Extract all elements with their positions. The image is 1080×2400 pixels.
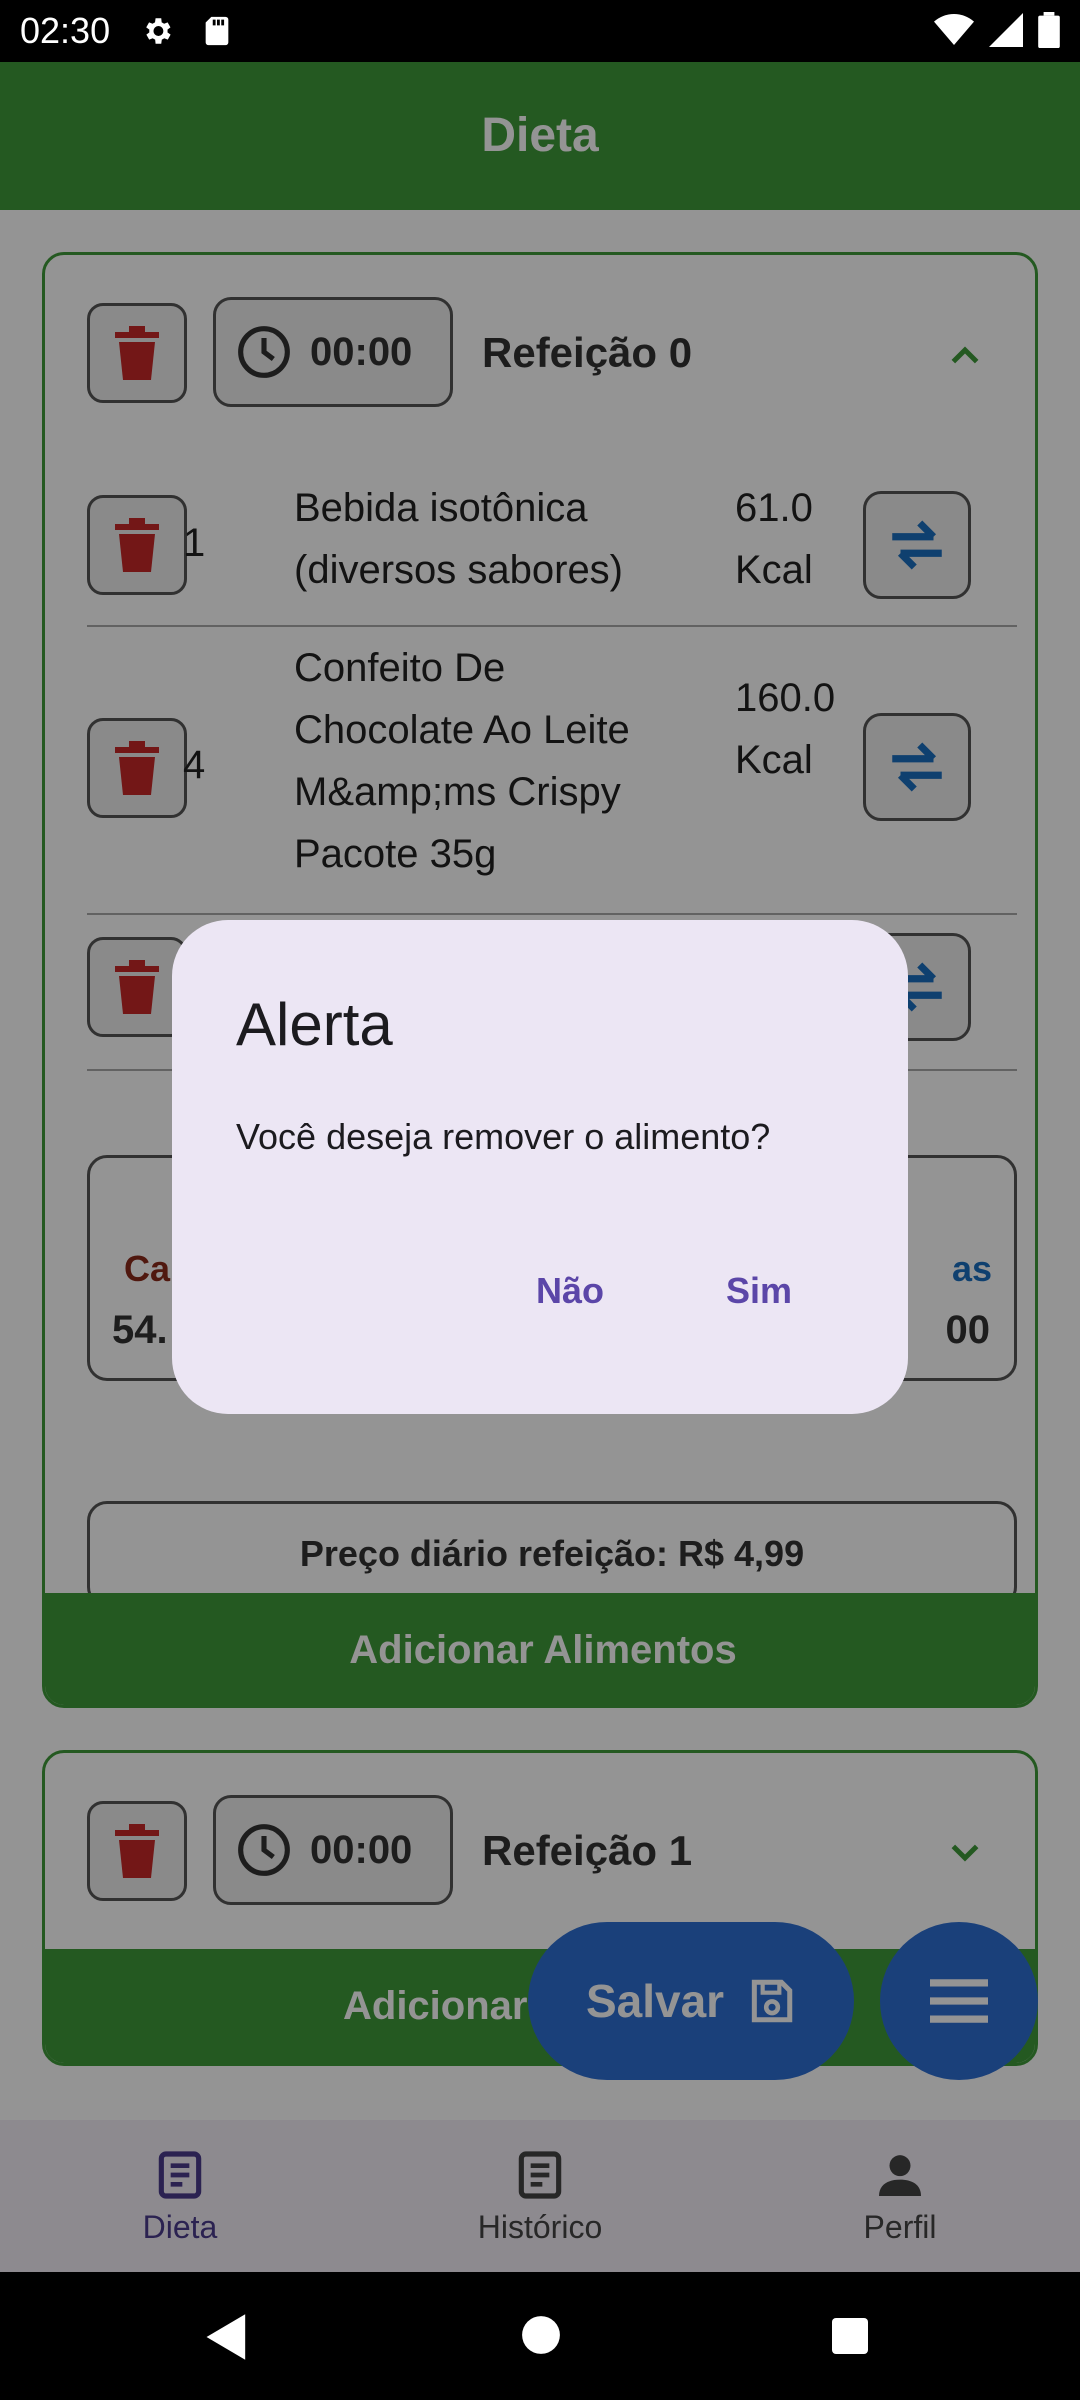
alert-dialog: Alerta Você deseja remover o alimento? N… (172, 920, 908, 1414)
sd-card-icon (205, 16, 229, 46)
recents-icon[interactable] (830, 2316, 870, 2356)
home-icon[interactable] (520, 2314, 562, 2356)
status-time: 02:30 (20, 10, 111, 51)
signal-icon (989, 13, 1023, 47)
back-icon[interactable] (204, 2312, 250, 2362)
confirm-button[interactable]: Sim (710, 1260, 808, 1322)
system-navigation-bar (0, 2272, 1080, 2400)
cancel-button[interactable]: Não (520, 1260, 620, 1322)
wifi-icon (934, 14, 974, 45)
dialog-message: Você deseja remover o alimento? (236, 1116, 771, 1157)
battery-icon (1038, 12, 1060, 48)
status-bar: 02:30 (0, 0, 1080, 62)
dialog-title: Alerta (236, 991, 393, 1058)
gear-icon (146, 18, 171, 44)
